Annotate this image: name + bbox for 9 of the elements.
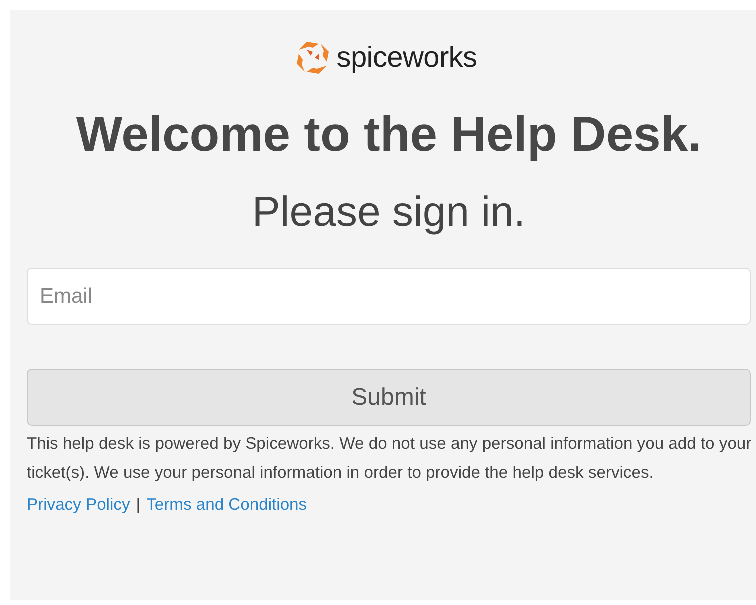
page-heading: Welcome to the Help Desk. [75, 107, 703, 164]
page-subheading: Please sign in. [251, 186, 527, 237]
footer-link[interactable]: Privacy Policy [27, 495, 130, 516]
footer-link[interactable]: Terms and Conditions [146, 495, 308, 516]
submit-button[interactable]: Submit [27, 369, 751, 426]
link-separator: | [136, 495, 141, 516]
logo-text: spiceworks [336, 42, 478, 74]
privacy-notice: This help desk is powered by Spiceworks. We do not use any personal information you add to your ticket(s). We use your personal information in order to provide the help desk services. [27, 433, 753, 484]
email-field[interactable]: Email [27, 268, 751, 326]
